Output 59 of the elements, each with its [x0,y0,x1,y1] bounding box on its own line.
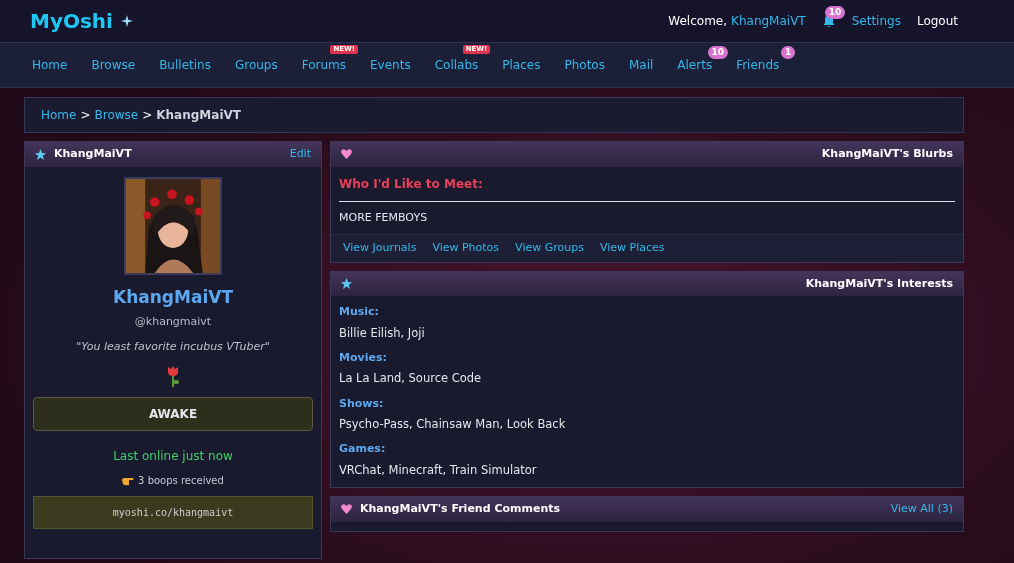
star-icon [341,278,352,290]
interest-value: VRChat, Minecraft, Train Simulator [339,461,538,479]
heart-icon [341,149,352,160]
interest-label: Movies: [339,349,388,366]
interest-label: Games: [339,441,387,458]
star-icon [35,148,46,160]
breadcrumb-separator: > [80,107,91,124]
welcome-text: Welcome, [668,13,728,30]
interest-label: Shows: [339,395,385,412]
view-link[interactable]: View Journals [343,240,417,257]
breadcrumb-link[interactable]: Home [41,106,77,124]
nav-link[interactable]: Mail [628,57,654,72]
interest-label: Music: [339,304,380,320]
breadcrumb-current: KhangMaiVT [156,107,241,124]
nav-link[interactable]: Alerts [677,57,713,72]
nav-link[interactable]: Groups [234,57,278,72]
panel-title: KhangMaiVT's Friend Comments [360,501,562,517]
heart-icon [341,504,352,515]
view-link[interactable]: View Places [599,240,665,257]
nav-link[interactable]: Bulletins [159,57,211,72]
nav-link[interactable]: Browse [91,57,136,72]
alert-count: 10 [824,6,846,19]
profile-handle: @khangmaivt [134,314,212,330]
rose-icon [166,365,180,387]
view-link[interactable]: View Groups [515,240,584,257]
display-name: KhangMaiVT [113,285,233,309]
blurb-heading: Who I'd Like to Meet: [339,174,955,202]
sparkle-icon [120,15,133,27]
settings-link[interactable]: Settings [851,12,901,30]
view-link[interactable]: View Photos [432,240,500,257]
breadcrumb-link[interactable]: Browse [94,106,139,124]
nav-link[interactable]: Home [32,57,68,72]
last-online-text: Last online just now [113,448,233,465]
interest-value: Psycho-Pass, Chainsaw Man, Look Back [339,416,567,433]
panel-title: KhangMaiVT [54,146,133,162]
boops-text: 3 boops received [138,474,224,488]
panel-title: KhangMaiVT's Blurbs [821,146,953,162]
count-badge: 1 [781,45,796,59]
nav-link[interactable]: Photos [564,57,605,72]
nav-link[interactable]: Events [370,57,411,72]
logout-link[interactable]: Logout [916,12,958,30]
nav-link[interactable]: Places [502,57,541,72]
count-badge: 10 [707,45,729,59]
pointing-hand-icon [122,475,135,486]
interest-value: La La Land, Source Code [339,370,483,388]
interest-value: Billie Eilish, Joji [339,324,426,342]
panel-title: KhangMaiVT's Interests [805,275,953,292]
profile-url: myoshi.co/khangmaivt [33,496,313,529]
nav-link[interactable]: Friends [736,57,780,72]
status-banner: AWAKE [33,397,313,431]
view-all-link[interactable]: View All (3) [890,501,953,518]
blurb-text: MORE FEMBOYS [339,209,429,226]
nav-link[interactable]: Collabs [434,57,479,72]
username-link[interactable]: KhangMaiVT [731,12,806,30]
profile-quote: "You least favorite incubus VTuber" [76,338,270,355]
nav-link[interactable]: Forums [301,57,347,72]
breadcrumb-separator: > [142,107,153,124]
logo[interactable]: MyOshi [30,6,113,36]
edit-link[interactable]: Edit [289,146,311,163]
